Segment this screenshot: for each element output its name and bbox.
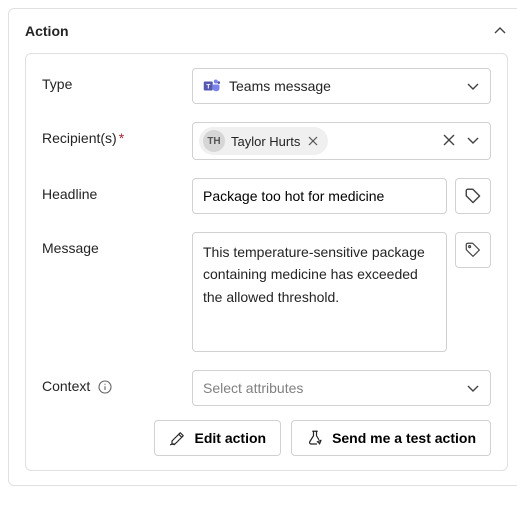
chevron-up-icon: [493, 24, 507, 38]
chevron-down-icon: [466, 133, 480, 147]
recipient-name: Taylor Hurts: [231, 134, 300, 149]
context-select[interactable]: Select attributes: [192, 370, 491, 406]
teams-icon: T: [203, 77, 221, 95]
panel-header: Action: [25, 9, 508, 53]
message-textarea[interactable]: This temperature-sensitive package conta…: [192, 232, 447, 352]
avatar: TH: [203, 130, 225, 152]
label-headline: Headline: [42, 178, 192, 202]
chevron-down-icon: [466, 79, 480, 93]
info-icon: [98, 380, 112, 394]
headline-input-wrap: [192, 178, 447, 214]
edit-icon: [169, 429, 187, 447]
chevron-down-icon: [466, 381, 480, 395]
label-message: Message: [42, 232, 192, 256]
required-marker: *: [119, 130, 124, 146]
clear-all[interactable]: [442, 133, 456, 150]
send-test-action-button[interactable]: Send me a test action: [291, 420, 491, 456]
beaker-send-icon: [306, 429, 324, 447]
tag-icon: [464, 241, 482, 259]
recipient-chip: TH Taylor Hurts: [199, 127, 328, 155]
edit-action-button[interactable]: Edit action: [154, 420, 282, 456]
label-context: Context: [42, 370, 192, 394]
label-recipients: Recipient(s)*: [42, 122, 192, 146]
row-context: Context Select attributes: [42, 370, 491, 406]
tag-icon: [464, 187, 482, 205]
headline-tag-button[interactable]: [455, 178, 491, 214]
row-type: Type T Teams message: [42, 68, 491, 104]
headline-input[interactable]: [203, 188, 436, 204]
close-icon: [442, 133, 456, 147]
edit-action-label: Edit action: [195, 430, 267, 446]
close-icon: [308, 136, 318, 146]
row-message: Message This temperature-sensitive packa…: [42, 232, 491, 352]
recipients-input[interactable]: TH Taylor Hurts: [192, 122, 491, 160]
label-type: Type: [42, 68, 192, 92]
context-placeholder: Select attributes: [203, 380, 303, 396]
row-recipients: Recipient(s)* TH Taylor Hurts: [42, 122, 491, 160]
chip-remove[interactable]: [306, 134, 320, 148]
recipients-dropdown[interactable]: [466, 133, 480, 150]
context-info[interactable]: [98, 380, 112, 394]
send-test-action-label: Send me a test action: [332, 430, 476, 446]
action-panel: Action Type T Teams: [8, 8, 517, 486]
type-select[interactable]: T Teams message: [192, 68, 491, 104]
row-headline: Headline: [42, 178, 491, 214]
message-tag-button[interactable]: [455, 232, 491, 268]
collapse-toggle[interactable]: [492, 23, 508, 39]
panel-body: Type T Teams message: [25, 53, 508, 471]
panel-title: Action: [25, 23, 69, 39]
type-value: Teams message: [229, 78, 331, 94]
footer: Edit action Send me a test action: [42, 420, 491, 456]
